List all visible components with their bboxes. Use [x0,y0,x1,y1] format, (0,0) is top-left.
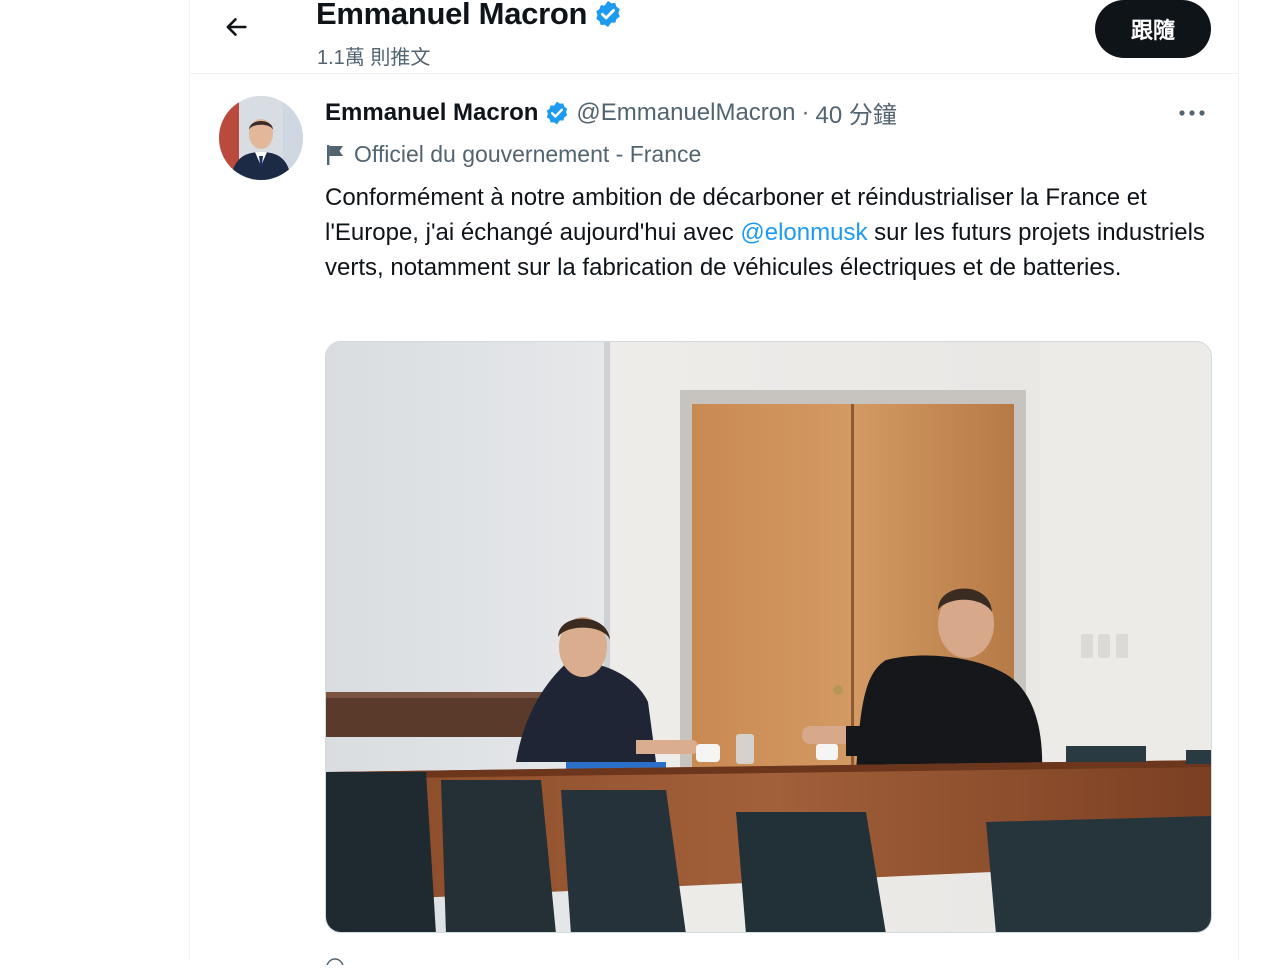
timeline-column: Emmanuel Macron 1.1萬 則推文 跟隨 Emmanuel Mac… [189,0,1239,970]
tweet-header: Emmanuel Macron @EmmanuelMacron · 40 分鐘 [325,95,897,130]
tweet-photo[interactable] [325,341,1212,933]
author-name[interactable]: Emmanuel Macron [325,99,538,127]
follow-button[interactable]: 跟隨 [1095,0,1211,58]
author-handle[interactable]: @EmmanuelMacron [576,99,795,127]
back-button[interactable] [212,8,260,46]
flag-icon [327,144,343,165]
more-options-button[interactable] [1170,98,1214,128]
government-label[interactable]: Officiel du gouvernement - France [325,141,701,168]
separator-dot: · [801,98,810,126]
avatar[interactable] [219,96,303,180]
tweet-count: 1.1萬 則推文 [317,47,431,69]
verified-badge-icon [596,0,620,28]
government-label-text: Officiel du gouvernement - France [354,141,702,167]
verified-badge [544,100,570,126]
more-horizontal-icon [1179,110,1205,116]
mention-link[interactable]: @elonmusk [740,219,867,246]
profile-header: Emmanuel Macron 1.1萬 則推文 跟隨 [190,0,1239,74]
arrow-left-icon [226,18,247,36]
header-title-row: Emmanuel Macron [316,0,623,32]
header-name: Emmanuel Macron [316,0,588,31]
tweet-actions-peek [325,952,1212,970]
tweet-text: Conformément à notre ambition de décarbo… [325,180,1225,285]
tweet-time[interactable]: 40 分鐘 [816,95,897,130]
verified-badge-icon [547,101,568,124]
